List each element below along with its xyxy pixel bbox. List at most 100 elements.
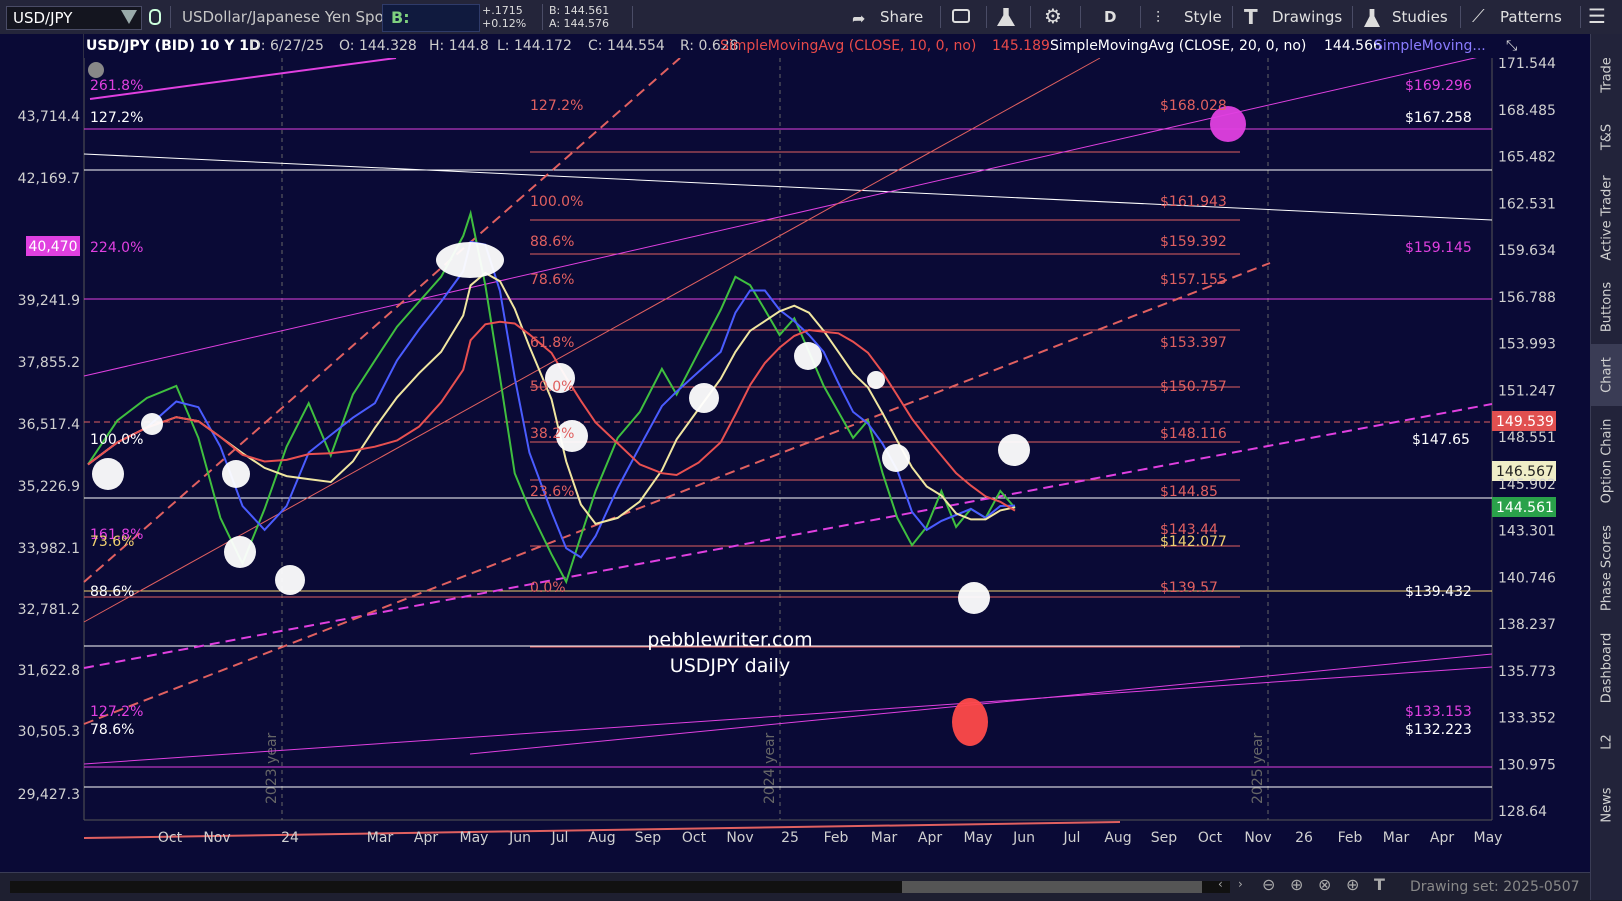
zoom-out-icon[interactable]: ⊖ [1262,875,1275,894]
left-axis-tick-label: 40,470 [29,239,78,255]
chart-date: D: 6/27/25 [250,38,324,54]
price-level-label: $157.155 [1160,272,1227,288]
x-axis-tick-label: Feb [1338,830,1363,846]
x-axis-tick-label: May [1474,830,1503,846]
sma10-label[interactable]: SimpleMovingAvg (CLOSE, 10, 0, no) [720,36,976,56]
chart-title: USD/JPY (BID) 10 Y 1D [86,38,261,54]
patterns-button[interactable]: ⟋ Patterns [1468,0,1578,34]
studies-label: Studies [1392,8,1448,26]
right-tab-trade[interactable]: Trade [1591,42,1622,108]
right-tab-active-trader[interactable]: Active Trader [1591,166,1622,270]
left-axis-tick-label: 43,714.4 [18,109,80,125]
right-tab-label: Phase Scores [1599,524,1615,612]
right-tab-label: L2 [1599,734,1615,750]
year-marker-label: 2025 year [1250,732,1266,804]
right-tab-label: Trade [1599,57,1615,93]
bid-ask-box: B: 144.561 A: 144.576 [542,4,631,30]
chart-area[interactable]: 2023 year 2024 year 2025 year 261.8% 127.2%… [0,34,1590,872]
price-chart[interactable]: 2023 year 2024 year 2025 year 261.8% 127.2%… [0,34,1590,872]
crosshair-icon[interactable]: ⊕ [1346,875,1359,894]
price-level-label: $159.145 [1405,240,1472,256]
scroll-right-icon[interactable]: › [1238,877,1243,891]
scrollbar-thumb[interactable] [902,881,1202,893]
highlight-circle [958,582,990,614]
fib-left-label: 261.8% [90,78,143,94]
right-tab-news[interactable]: News [1591,768,1622,842]
fib-mid-label: 100.0% [530,194,583,210]
drawings-button[interactable]: T Drawings [1240,0,1352,34]
highlight-circle [92,458,124,490]
fib-left-label: 78.6% [90,722,134,738]
x-axis-tick-label: Mar [871,830,898,846]
year-marker-label: 2024 year [762,732,778,804]
right-tab-chart[interactable]: Chart [1591,344,1622,406]
bottom-bar: ‹ › ⊖ ⊕ ⊗ ⊕ T Drawing set: 2025-0507 [0,872,1590,901]
screenshot-icon[interactable] [952,9,970,23]
symbol-dropdown[interactable]: USD/JPY [6,6,142,30]
menu-icon[interactable]: ☰ [1588,4,1606,28]
timeframe-selector[interactable]: D [1104,0,1116,34]
flask-icon[interactable] [997,8,1015,26]
x-axis-tick-label: May [460,830,489,846]
studies-button[interactable]: Studies [1360,0,1464,34]
x-axis-tick-label: Jul [1063,830,1081,846]
right-axis-tick-label: 151.247 [1498,383,1556,399]
fib-left-label: 100.0% [90,432,143,448]
fib-mid-label: 23.6% [530,484,574,500]
candles-icon: ⫶ [1156,8,1161,27]
right-tab-l2[interactable]: L2 [1591,716,1622,768]
left-axis-tick-label: 37,855.2 [18,355,80,371]
right-axis-tick-label: 156.788 [1498,290,1556,306]
x-axis-tick-label: 24 [281,830,299,846]
zoom-reset-icon[interactable]: ⊗ [1318,875,1331,894]
fib-left-label: 224.0% [90,240,143,256]
x-axis-tick-label: Aug [588,830,615,846]
x-axis-tick-label: Sep [1151,830,1178,846]
price-level-label: $153.397 [1160,335,1227,351]
gear-icon[interactable]: ⚙ [1044,4,1062,28]
right-tab-buttons[interactable]: Buttons [1591,270,1622,344]
right-tab-phase-scores[interactable]: Phase Scores [1591,516,1622,620]
right-axis-tick-label: 138.237 [1498,617,1556,633]
text-icon[interactable]: T [1374,875,1385,894]
x-axis-tick-label: Mar [367,830,394,846]
right-tab-t-s[interactable]: T&S [1591,108,1622,166]
sma10-value: 145.189 [992,38,1050,54]
right-axis-tick-label: 143.301 [1498,524,1556,540]
info-icon[interactable] [88,62,104,78]
text-tool-icon: T [1244,5,1258,29]
right-axis-tick-label: 140.746 [1498,570,1556,586]
highlight-circle [794,342,822,370]
price-level-label: $159.392 [1160,234,1227,250]
fib-left-label: 73.6% [90,534,134,550]
fib-left-label: 127.2% [90,704,143,720]
price-level-label: $144.85 [1160,484,1218,500]
right-axis-tick-label: 148.551 [1498,430,1556,446]
share-icon: ➦ [852,9,866,28]
drawing-set-label[interactable]: Drawing set: 2025-0507 [1410,873,1580,901]
change-box: +.1715 +0.12% [482,4,536,30]
x-axis-tick-label: Oct [682,830,707,846]
right-tab-label: Chart [1599,357,1615,393]
link-icon[interactable] [149,9,161,25]
flask-studies-icon [1364,9,1380,27]
sma-more-label[interactable]: SimpleMoving... [1374,36,1486,56]
x-axis-tick-label: 25 [781,830,799,846]
right-tab-dashboard[interactable]: Dashboard [1591,620,1622,716]
right-axis-tick-label: 165.482 [1498,150,1556,166]
share-button[interactable]: ➦ Share [852,0,934,34]
zoom-in-icon[interactable]: ⊕ [1290,875,1303,894]
price-level-label: $167.258 [1405,110,1472,126]
collapse-icon[interactable]: ⤡ [1506,38,1517,54]
scroll-left-icon[interactable]: ‹ [1218,877,1223,891]
right-axis-tick-label: 135.773 [1498,664,1556,680]
left-axis-tick-label: 35,226.9 [18,479,80,495]
right-tab-option-chain[interactable]: Option Chain [1591,406,1622,516]
high-value: H: 144.8 [429,38,489,54]
fib-mid-label: 78.6% [530,272,574,288]
right-axis-tick-label: 153.993 [1498,337,1556,353]
style-button[interactable]: ⫶ Style [1150,0,1234,34]
bid-small: B: 144.561 [549,4,610,17]
highlight-circle [275,565,305,595]
sma20-label[interactable]: SimpleMovingAvg (CLOSE, 20, 0, no) [1050,36,1306,56]
